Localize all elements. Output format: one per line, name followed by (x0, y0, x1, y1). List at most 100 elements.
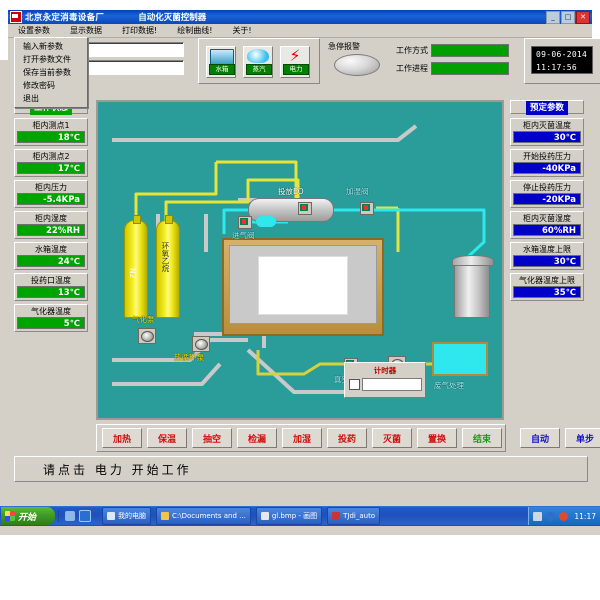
window-subtitle: 自动化灭菌控制器 (138, 13, 207, 23)
lightning-bolt-icon: ⚡ (289, 46, 301, 65)
preset-label: 气化器温度上限 (519, 276, 575, 285)
preset-value: 30℃ (513, 131, 581, 143)
taskbar-item-label: C:\Documents and ... (172, 512, 246, 520)
water-tank-button[interactable]: 水箱 (206, 46, 236, 78)
gauge-label: 柜内测点1 (32, 121, 70, 130)
folder-icon (161, 512, 169, 520)
button-replace[interactable]: 置换 (417, 428, 457, 448)
top-panel: 水箱 蒸汽 ⚡ 电力 急停报警 工作方式 工作进程 09-06-2014 11:… (8, 38, 600, 88)
menu-bar: 设置参数 显示数据 打印数据! 绘制曲线! 关于! (8, 24, 592, 38)
emergency-stop-label: 急停报警 (328, 42, 360, 51)
taskbar-item-controller-app[interactable]: TJdi_auto (327, 507, 381, 525)
gauge-dosing-port-temp: 投药口温度 13℃ (14, 273, 88, 301)
chamber-window (258, 256, 348, 315)
menu-item-curve[interactable]: 绘制曲线! (167, 25, 222, 36)
preset-label: 水箱温度上限 (523, 245, 571, 254)
release-eo-valve[interactable] (298, 202, 312, 215)
preset-label: 开始投药压力 (523, 152, 571, 161)
button-dosing[interactable]: 投药 (327, 428, 367, 448)
button-single-step[interactable]: 单步 (565, 428, 600, 448)
gauge-water-tank-temp: 水箱温度 24℃ (14, 242, 88, 270)
preset-sterilize-humidity[interactable]: 柜内灭菌湿度 60%RH (510, 211, 584, 239)
preset-label: 柜内灭菌温度 (523, 121, 571, 130)
window-title: 北京永定消毒设备厂 (25, 13, 105, 23)
menu-item-about[interactable]: 关于! (222, 25, 261, 36)
menu-item-settings[interactable]: 设置参数 (8, 25, 60, 36)
button-sterilize[interactable]: 灭菌 (372, 428, 412, 448)
gauge-value: 24℃ (17, 255, 85, 267)
steam-cloud-icon (247, 49, 269, 63)
circulation-pump[interactable] (192, 336, 210, 352)
preset-sterilize-temp[interactable]: 柜内灭菌温度 30℃ (510, 118, 584, 146)
taskbar-item-my-computer[interactable]: 我的电脑 (102, 507, 151, 525)
chamber-body (229, 245, 377, 324)
volume-icon[interactable] (559, 511, 569, 521)
show-desktop-icon[interactable] (65, 511, 75, 521)
emergency-stop-group: 急停报警 (320, 38, 394, 82)
button-keepwarm[interactable]: 保温 (147, 428, 187, 448)
humidify-valve-label: 加湿阀 (346, 187, 369, 196)
preset-water-tank-temp-max[interactable]: 水箱温度上限 30℃ (510, 242, 584, 270)
maximize-button[interactable]: □ (561, 10, 575, 24)
steam-button[interactable]: 蒸汽 (243, 46, 273, 78)
timer-input[interactable] (362, 378, 422, 391)
timer-checkbox[interactable] (349, 379, 360, 390)
intake-indicator (256, 216, 276, 227)
preset-panel-title: 预定参数 (525, 101, 568, 115)
windows-taskbar: 开始 我的电脑 C:\Documents and ... gl.bmp - 画图… (0, 506, 600, 526)
source-select-group: 水箱 蒸汽 ⚡ 电力 (198, 38, 320, 84)
system-menu-icon[interactable] (10, 11, 22, 23)
network-icon[interactable] (533, 511, 543, 521)
preset-start-dosing-pressure[interactable]: 开始投药压力 -40KPa (510, 149, 584, 177)
start-button[interactable]: 开始 (1, 507, 55, 525)
button-auto-mode[interactable]: 自动 (520, 428, 560, 448)
menu-item-display[interactable]: 显示数据 (60, 25, 112, 36)
button-heat[interactable]: 加热 (102, 428, 142, 448)
settings-dropdown-menu: 输入新参数 打开参数文件 保存当前参数 修改密码 退出 (14, 37, 88, 108)
button-evacuate[interactable]: 抽空 (192, 428, 232, 448)
intake-valve-label: 进气阀 (232, 231, 255, 240)
vaporizer-pump[interactable] (138, 328, 156, 344)
button-leaktest[interactable]: 检漏 (237, 428, 277, 448)
preset-vaporizer-temp-max[interactable]: 气化器温度上限 35℃ (510, 273, 584, 301)
timer-panel: 计时器 (344, 362, 426, 398)
menu-option-new-params[interactable]: 输入新参数 (15, 40, 87, 53)
menu-item-print[interactable]: 打印数据! (112, 25, 167, 36)
windows-flag-icon (5, 511, 15, 521)
gauge-label: 投药口温度 (31, 276, 71, 285)
button-finish[interactable]: 结束 (462, 428, 502, 448)
shield-icon[interactable] (546, 511, 556, 521)
work-progress-indicator (431, 62, 509, 75)
minimize-button[interactable]: _ (546, 10, 560, 24)
taskbar-item-label: 我的电脑 (118, 512, 146, 520)
release-eo-label: 投放EO (278, 187, 304, 196)
menu-option-save-params[interactable]: 保存当前参数 (15, 66, 87, 79)
preset-panel: 预定参数 柜内灭菌温度 30℃ 开始投药压力 -40KPa 停止投药压力 -20… (510, 100, 586, 304)
menu-option-change-pwd[interactable]: 修改密码 (15, 79, 87, 92)
preset-value: 35℃ (513, 286, 581, 298)
gauge-label: 柜内测点2 (32, 152, 70, 161)
menu-option-open-file[interactable]: 打开参数文件 (15, 53, 87, 66)
power-button[interactable]: ⚡ 电力 (280, 46, 310, 78)
menu-option-exit[interactable]: 退出 (15, 92, 87, 105)
browser-icon[interactable] (79, 510, 91, 522)
preset-label: 停止投药压力 (523, 183, 571, 192)
cylinder-neck (133, 215, 141, 224)
button-humidify[interactable]: 加湿 (282, 428, 322, 448)
emergency-stop-knob[interactable] (334, 54, 380, 76)
window-titlebar[interactable]: 北京永定消毒设备厂 自动化灭菌控制器 _ □ ✕ (8, 10, 592, 24)
command-button-bar: 加热 保温 抽空 检漏 加湿 投药 灭菌 置换 结束 自动 单步 (96, 424, 600, 452)
taskbar-clock[interactable]: 11:17 (572, 512, 596, 521)
taskbar-item-paint[interactable]: gl.bmp - 画图 (255, 507, 323, 525)
work-mode-indicator (431, 44, 509, 57)
close-button[interactable]: ✕ (576, 10, 590, 24)
taskbar-item-label: gl.bmp - 画图 (271, 512, 318, 520)
gauge-chamber-pressure: 柜内压力 -5.4KPa (14, 180, 88, 208)
intake-valve[interactable] (238, 216, 252, 229)
humidify-valve[interactable] (360, 202, 374, 215)
status-panel: 工作状态 柜内测点1 18℃ 柜内测点2 17℃ 柜内压力 -5.4KPa 柜内… (14, 100, 90, 335)
preset-stop-dosing-pressure[interactable]: 停止投药压力 -20KPa (510, 180, 584, 208)
taskbar-item-explorer[interactable]: C:\Documents and ... (156, 507, 251, 525)
power-label: 电力 (283, 64, 309, 75)
gauge-label: 水箱温度 (35, 245, 67, 254)
